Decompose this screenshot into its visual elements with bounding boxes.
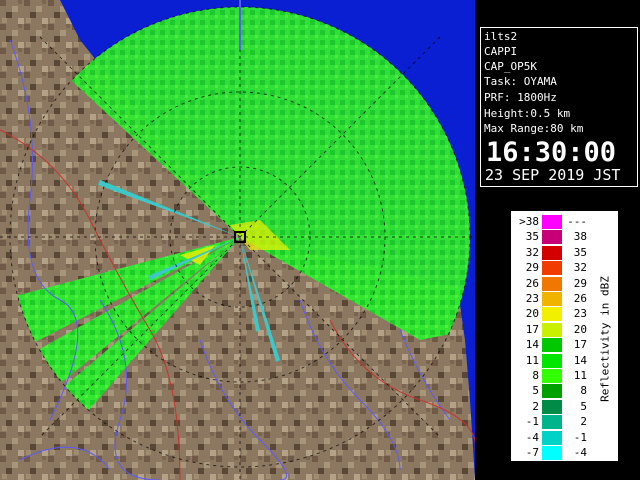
legend-low-value: 32	[525, 245, 539, 259]
legend-color-swatch	[542, 215, 562, 229]
legend-color-swatch	[542, 353, 562, 368]
info-product-code: CAP_OP5K	[484, 60, 537, 73]
legend-color-swatch	[542, 322, 562, 337]
legend-axis-label: Reflectivity in dBZ	[598, 276, 612, 402]
info-height: Height:0.5 km	[484, 107, 571, 120]
info-product: CAPPI	[484, 45, 518, 58]
legend-color-swatch	[542, 276, 562, 291]
info-prf: PRF: 1800Hz	[484, 91, 557, 104]
legend-color-swatch	[542, 230, 562, 245]
legend-high-value: 23	[573, 307, 587, 321]
legend-high-value: 38	[573, 230, 587, 244]
legend-low-value: 2	[532, 399, 539, 413]
legend-row: >38 ---	[511, 214, 618, 229]
legend-low-value: 29	[525, 261, 539, 275]
info-time: 16:30:00	[486, 137, 617, 168]
legend-low-value: -1	[525, 415, 539, 429]
legend-color-swatch	[542, 415, 562, 430]
legend-high-value: 20	[573, 322, 587, 336]
legend-color-swatch	[542, 384, 562, 399]
legend-color-swatch	[542, 338, 562, 353]
legend-high-value: 5	[580, 399, 587, 413]
legend-low-value: -4	[525, 430, 539, 444]
legend-color-swatch	[542, 292, 562, 306]
legend-low-value: 35	[525, 230, 539, 244]
legend-high-value: 14	[573, 353, 587, 367]
legend-low-value: -7	[525, 446, 539, 459]
legend-low-value: 8	[532, 369, 539, 382]
legend-high-value: 32	[573, 261, 587, 275]
radar-map	[0, 0, 475, 480]
legend-low-value: 11	[525, 353, 539, 367]
legend-color-swatch	[542, 261, 562, 276]
legend-high-value: 29	[573, 276, 587, 290]
legend-high-value: 11	[573, 369, 587, 382]
legend-low-value: >38	[519, 215, 539, 228]
legend-low-value: 20	[525, 307, 539, 321]
info-panel: ilts2 CAPPI CAP_OP5K Task: OYAMA PRF: 18…	[480, 27, 638, 187]
legend-high-value: -4	[573, 446, 587, 459]
legend-color-swatch	[542, 399, 562, 414]
legend-high-value: 26	[573, 292, 587, 305]
legend-color-swatch	[542, 430, 562, 445]
reflectivity-legend: >38 --- 35 38 32 35 29 32 26 29 23 26 20 23 17 20 14 17 11…	[510, 210, 619, 462]
legend-high-value: 8	[580, 384, 587, 398]
legend-color-swatch	[542, 245, 562, 260]
legend-color-swatch	[542, 307, 562, 322]
legend-high-value: 17	[573, 338, 587, 352]
legend-high-value: -1	[573, 430, 587, 444]
legend-low-value: 23	[525, 292, 539, 305]
legend-high-value: 35	[573, 245, 587, 259]
legend-high-value: ---	[567, 215, 587, 228]
info-radar-name: ilts2	[484, 30, 518, 43]
legend-low-value: 26	[525, 276, 539, 290]
legend-low-value: 14	[525, 338, 539, 352]
legend-low-value: 17	[525, 322, 539, 336]
info-date: 23 SEP 2019 JST	[485, 166, 621, 184]
info-task: Task: OYAMA	[484, 75, 557, 88]
legend-low-value: 5	[532, 384, 539, 398]
legend-color-swatch	[542, 446, 562, 460]
legend-high-value: 2	[580, 415, 587, 429]
info-max-range: Max Range:80 km	[484, 122, 584, 135]
legend-color-swatch	[542, 369, 562, 383]
